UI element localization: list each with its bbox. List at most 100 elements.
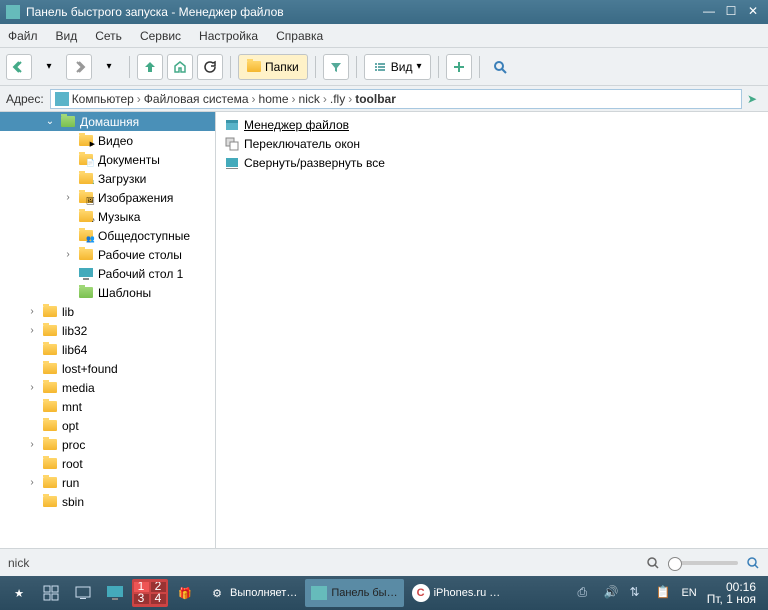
- address-field[interactable]: Компьютер › Файловая система › home › ni…: [50, 89, 742, 109]
- tree-label: opt: [62, 419, 79, 433]
- tree-item[interactable]: ›lib: [0, 302, 215, 321]
- workspace-pager[interactable]: 1 2 3 4: [132, 579, 168, 607]
- zoom-out-button[interactable]: [646, 556, 660, 570]
- file-item[interactable]: Переключатель окон: [216, 134, 768, 153]
- tree-label: lib32: [62, 324, 87, 338]
- tree-item[interactable]: › media: [0, 378, 215, 397]
- tree-label: media: [62, 381, 95, 395]
- usb-icon[interactable]: ⎙: [577, 585, 593, 601]
- folders-button[interactable]: Папки: [238, 54, 308, 80]
- task-launcher[interactable]: 🎁: [170, 579, 200, 607]
- tree-item[interactable]: mnt: [0, 397, 215, 416]
- back-button[interactable]: [6, 54, 32, 80]
- docs-icon: 📄: [78, 153, 94, 167]
- desktop-switcher[interactable]: [100, 579, 130, 607]
- task-browser[interactable]: CiPhones.ru …: [406, 579, 507, 607]
- tree-item[interactable]: ›run: [0, 473, 215, 492]
- keyboard-layout[interactable]: EN: [681, 587, 696, 599]
- minimize-button[interactable]: —: [700, 4, 718, 20]
- back-dropdown[interactable]: ▾: [36, 54, 62, 80]
- go-button[interactable]: ➤: [742, 92, 762, 106]
- zoom-slider[interactable]: [668, 561, 738, 565]
- forward-dropdown[interactable]: ▾: [96, 54, 122, 80]
- zoom-in-button[interactable]: [746, 556, 760, 570]
- task-run[interactable]: ⚙Выполняет…: [202, 579, 303, 607]
- folder-icon: [42, 324, 58, 338]
- addr-seg-0[interactable]: Компьютер: [72, 92, 134, 106]
- tree-item[interactable]: lost+found: [0, 359, 215, 378]
- tree-item[interactable]: ↓Загрузки: [0, 169, 215, 188]
- expand-icon[interactable]: ›: [26, 382, 38, 393]
- menu-network[interactable]: Сеть: [95, 29, 122, 43]
- view-button[interactable]: Вид ▾: [364, 54, 431, 80]
- date: Пт, 1 ноя: [707, 593, 756, 605]
- tree-item[interactable]: 📄Документы: [0, 150, 215, 169]
- titlebar: Панель быстрого запуска - Менеджер файло…: [0, 0, 768, 24]
- tree-item[interactable]: Шаблоны: [0, 283, 215, 302]
- up-button[interactable]: [137, 54, 163, 80]
- show-desktop-button[interactable]: [68, 579, 98, 607]
- tree-label: Домашняя: [80, 115, 139, 129]
- tree-pane[interactable]: ⌄ Домашняя ▶Видео📄Документы↓Загрузки›🖼Изоб…: [0, 112, 216, 548]
- clock[interactable]: 00:16 Пт, 1 ноя: [707, 581, 756, 605]
- clipboard-icon[interactable]: 📋: [655, 585, 671, 601]
- task-filemanager[interactable]: Панель бы…: [305, 579, 403, 607]
- refresh-button[interactable]: [197, 54, 223, 80]
- browser-icon: C: [412, 584, 430, 602]
- filter-button[interactable]: [323, 54, 349, 80]
- tree-item[interactable]: opt: [0, 416, 215, 435]
- expand-icon[interactable]: ›: [26, 477, 38, 488]
- tree-label: sbin: [62, 495, 84, 509]
- apps-button[interactable]: [36, 579, 66, 607]
- file-item[interactable]: Менеджер файлов: [216, 115, 768, 134]
- addr-seg-5[interactable]: toolbar: [355, 92, 396, 106]
- volume-icon[interactable]: 🔊: [603, 585, 619, 601]
- time: 00:16: [707, 581, 756, 593]
- expand-icon[interactable]: ⌄: [44, 116, 56, 127]
- addr-seg-2[interactable]: home: [259, 92, 289, 106]
- tree-item[interactable]: ⌄ Домашняя: [0, 112, 215, 131]
- start-button[interactable]: ★: [4, 579, 34, 607]
- tree-item[interactable]: 👥Общедоступные: [0, 226, 215, 245]
- add-button[interactable]: [446, 54, 472, 80]
- tree-item[interactable]: lib64: [0, 340, 215, 359]
- addr-seg-4[interactable]: .fly: [330, 92, 345, 106]
- tree-item[interactable]: ▶Видео: [0, 131, 215, 150]
- folders-label: Папки: [265, 60, 299, 74]
- expand-icon[interactable]: ›: [26, 439, 38, 450]
- file-pane[interactable]: Менеджер файловПереключатель оконСвернут…: [216, 112, 768, 548]
- addr-seg-3[interactable]: nick: [299, 92, 320, 106]
- star-icon: ★: [10, 584, 28, 602]
- folder-icon: [78, 248, 94, 262]
- maximize-button[interactable]: ☐: [722, 4, 740, 20]
- expand-icon[interactable]: ›: [26, 306, 38, 317]
- expand-icon[interactable]: ›: [62, 192, 74, 203]
- addr-seg-1[interactable]: Файловая система: [144, 92, 249, 106]
- computer-icon: [55, 92, 69, 106]
- status-text: nick: [8, 556, 646, 570]
- tree-item[interactable]: sbin: [0, 492, 215, 511]
- menu-settings[interactable]: Настройка: [199, 29, 258, 43]
- tree-item[interactable]: ›Рабочие столы: [0, 245, 215, 264]
- menu-view[interactable]: Вид: [56, 29, 78, 43]
- zoom-controls: [646, 556, 760, 570]
- tree-item[interactable]: root: [0, 454, 215, 473]
- tree-item[interactable]: ♪Музыка: [0, 207, 215, 226]
- search-button[interactable]: [487, 54, 513, 80]
- network-icon[interactable]: ⇅: [629, 585, 645, 601]
- public-icon: 👥: [78, 229, 94, 243]
- menu-help[interactable]: Справка: [276, 29, 323, 43]
- file-item[interactable]: Свернуть/развернуть все: [216, 153, 768, 172]
- tree-item[interactable]: ›proc: [0, 435, 215, 454]
- forward-button[interactable]: [66, 54, 92, 80]
- home-button[interactable]: [167, 54, 193, 80]
- expand-icon[interactable]: ›: [26, 325, 38, 336]
- tree-item[interactable]: › lib32: [0, 321, 215, 340]
- menu-file[interactable]: Файл: [8, 29, 38, 43]
- tree-item[interactable]: Рабочий стол 1: [0, 264, 215, 283]
- menu-service[interactable]: Сервис: [140, 29, 181, 43]
- tree-item[interactable]: ›🖼Изображения: [0, 188, 215, 207]
- statusbar: nick: [0, 548, 768, 576]
- expand-icon[interactable]: ›: [62, 249, 74, 260]
- close-button[interactable]: ✕: [744, 4, 762, 20]
